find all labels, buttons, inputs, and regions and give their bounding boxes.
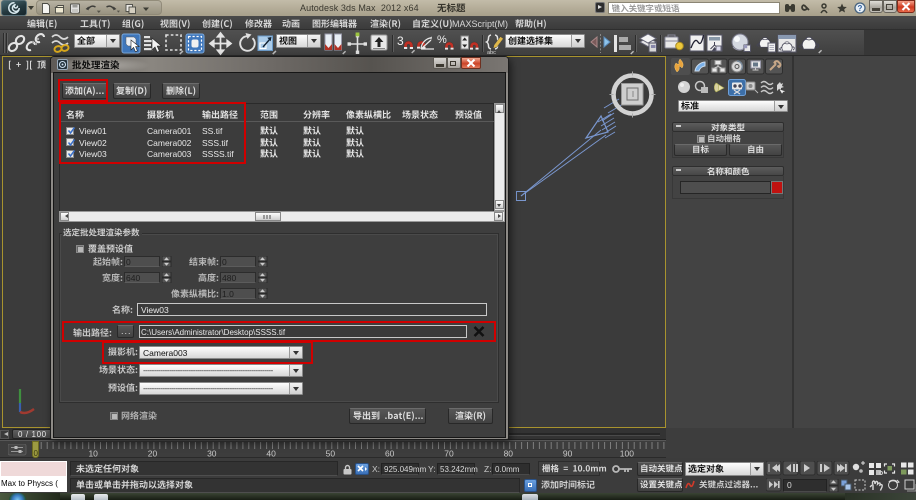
svg-text:70: 70: [444, 449, 454, 459]
svg-text:50: 50: [326, 449, 336, 459]
svg-text:30: 30: [207, 449, 217, 459]
svg-text:100: 100: [620, 449, 634, 459]
svg-text:90: 90: [563, 449, 573, 459]
svg-text:40: 40: [266, 449, 276, 459]
svg-text:60: 60: [385, 449, 395, 459]
svg-text:?: ?: [858, 4, 863, 13]
svg-text:20: 20: [148, 449, 158, 459]
svg-text:80: 80: [504, 449, 514, 459]
svg-text:3: 3: [397, 34, 404, 48]
svg-text:10: 10: [88, 449, 98, 459]
